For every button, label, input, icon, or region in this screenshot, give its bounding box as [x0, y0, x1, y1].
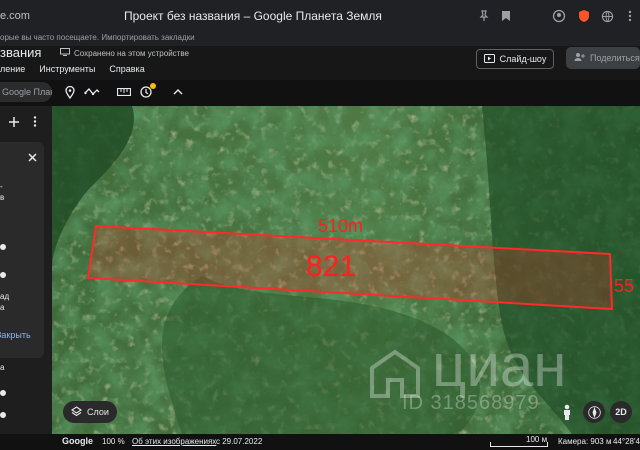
globe-icon[interactable] [599, 8, 615, 24]
share-button[interactable]: Поделиться [566, 47, 640, 69]
layers-label: Слои [87, 407, 109, 417]
close-link[interactable]: Закрыть [0, 330, 31, 340]
watermark-brand: циан [432, 332, 567, 399]
more-vert-icon[interactable] [33, 116, 37, 130]
chevron-up-icon[interactable] [170, 84, 186, 100]
url-fragment[interactable]: e.com [0, 10, 30, 22]
brave-shield-icon[interactable] [576, 8, 592, 24]
window-title: Проект без названия – Google Планета Зем… [124, 9, 382, 23]
camera-altitude: Камера: 903 м [558, 437, 612, 446]
close-icon[interactable] [28, 151, 37, 165]
panel-bullet [0, 272, 6, 278]
search-input[interactable]: Google Плане [0, 82, 52, 102]
ruler-icon[interactable] [116, 84, 132, 100]
device-icon [60, 48, 70, 58]
imagery-date: с 29.07.2022 [216, 437, 263, 446]
add-icon[interactable] [9, 116, 19, 130]
save-status-text: Сохранено на этом устройстве [74, 48, 189, 58]
add-person-icon [574, 52, 585, 64]
panel-text-line: а [0, 363, 5, 372]
layers-button[interactable]: Слои [63, 401, 117, 423]
share-label: Поделиться [590, 53, 640, 63]
compass-icon[interactable] [583, 401, 605, 423]
measure-label-right: 55 [614, 276, 635, 296]
coordinates: 44°28'40 [613, 437, 640, 446]
view-2d-toggle[interactable]: 2D [610, 401, 632, 423]
slideshow-label: Слайд-шоу [499, 54, 547, 64]
menu-item-help[interactable]: Справка [109, 64, 144, 74]
watermark-id: ID 318568979 [402, 392, 540, 414]
panel-bullet [0, 412, 6, 418]
placemark-icon[interactable] [62, 84, 78, 100]
layers-icon [71, 405, 82, 419]
scale-bar [490, 442, 548, 447]
panel-bullet [0, 390, 6, 396]
bookmark-icon[interactable] [498, 8, 514, 24]
menu-item-edit[interactable]: ление [0, 64, 25, 74]
panel-text-line: а [0, 303, 5, 312]
menu-bar: ление Инструменты Справка [0, 64, 145, 74]
zoom-level: 100 % [102, 437, 125, 446]
panel-bullet [0, 244, 6, 250]
panel-text-line: - [0, 182, 3, 191]
extension-icon[interactable] [551, 8, 567, 24]
info-card [0, 142, 44, 358]
slideshow-button[interactable]: Слайд-шоу [476, 49, 554, 69]
project-title[interactable]: звания [0, 45, 41, 60]
pegman-icon[interactable] [556, 401, 578, 423]
bookmarks-bar[interactable]: орые вы часто посещаете. Импортировать з… [0, 32, 640, 46]
menu-item-tools[interactable]: Инструменты [39, 64, 95, 74]
panel-text-line: в [0, 193, 5, 202]
history-badge [150, 83, 156, 89]
imagery-info-link[interactable]: Об этих изображениях [132, 437, 216, 446]
save-status: Сохранено на этом устройстве [60, 48, 189, 58]
present-icon [483, 53, 495, 65]
path-icon[interactable] [84, 84, 100, 100]
google-logo: Google [62, 436, 93, 446]
pin-icon[interactable] [476, 8, 492, 24]
plot-number: 821 [306, 250, 357, 283]
measure-label-top: 510m [318, 216, 364, 236]
more-vert-icon[interactable] [622, 8, 638, 24]
panel-text-line: ад [0, 292, 10, 301]
